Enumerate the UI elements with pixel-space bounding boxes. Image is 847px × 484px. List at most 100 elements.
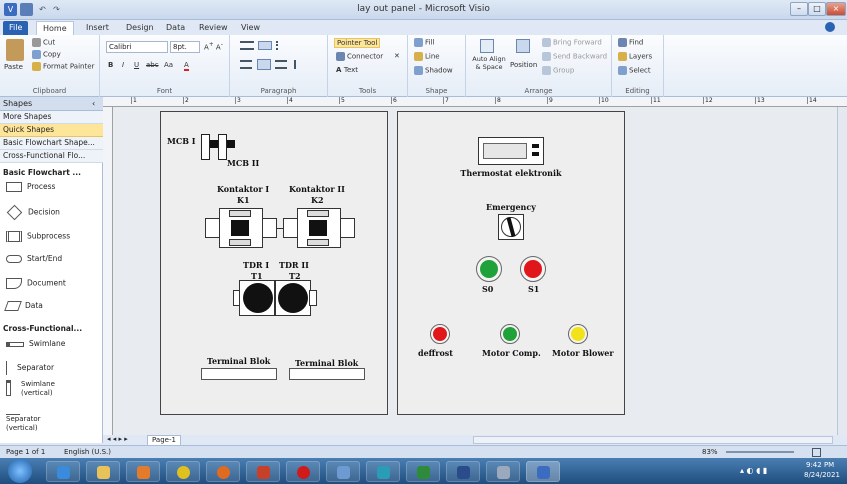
lamp-motor-comp[interactable]: [500, 324, 520, 344]
shape-subprocess[interactable]: Subprocess: [6, 231, 70, 242]
stencil-basic-flowchart[interactable]: Basic Flowchart Shape...: [0, 137, 103, 150]
tab-home[interactable]: Home: [36, 21, 74, 35]
lamp-deffrost[interactable]: [430, 324, 450, 344]
timer-t2[interactable]: [275, 280, 317, 316]
taskbar-excel[interactable]: [406, 461, 440, 482]
taskbar-app-red[interactable]: [246, 461, 280, 482]
font-size-select[interactable]: 8pt.: [170, 41, 200, 53]
contactor-k1[interactable]: [205, 208, 277, 248]
select-button[interactable]: Select: [618, 66, 651, 75]
stencil-more-shapes[interactable]: More Shapes: [0, 111, 103, 124]
align-top-icon[interactable]: [240, 41, 254, 50]
align-left-icon[interactable]: [240, 60, 252, 69]
align-center-icon[interactable]: [257, 59, 271, 70]
shape-separator-vertical[interactable]: Separator (vertical): [6, 406, 96, 433]
taskbar-app-blue[interactable]: [326, 461, 360, 482]
connector-button[interactable]: Connector: [336, 52, 383, 61]
panel-right[interactable]: Thermostat elektronik Emergency S0 S1 de…: [397, 111, 625, 415]
indent-icon[interactable]: [294, 60, 306, 69]
status-language[interactable]: English (U.S.): [64, 446, 111, 458]
shape-document[interactable]: Document: [6, 278, 66, 289]
shape-swimlane-vertical[interactable]: Swimlane (vertical): [6, 380, 96, 398]
strike-button[interactable]: abc: [146, 61, 159, 69]
auto-align-button[interactable]: Auto Align & Space: [472, 55, 506, 71]
fill-button[interactable]: Fill: [414, 38, 434, 47]
shape-process[interactable]: Process: [6, 182, 55, 192]
tab-data[interactable]: Data: [160, 21, 191, 35]
tab-view[interactable]: View: [235, 21, 266, 35]
font-color-button[interactable]: A: [184, 61, 189, 71]
collapse-pane-icon[interactable]: ‹: [92, 99, 95, 108]
tray-icons[interactable]: ▴ ◐ ◖ ▮: [740, 466, 790, 476]
shadow-button[interactable]: Shadow: [414, 66, 453, 75]
find-button[interactable]: Find: [618, 38, 643, 47]
position-button[interactable]: Position: [510, 61, 537, 69]
close-x-icon[interactable]: ✕: [394, 52, 400, 60]
taskbar-app-dark[interactable]: [446, 461, 480, 482]
line-button[interactable]: Line: [414, 52, 440, 61]
text-tool-button[interactable]: A Text: [336, 66, 358, 74]
lamp-motor-blower[interactable]: [568, 324, 588, 344]
paste-button[interactable]: Paste: [4, 63, 23, 71]
maximize-button[interactable]: □: [808, 2, 826, 16]
taskbar-opera[interactable]: [286, 461, 320, 482]
send-backward-button[interactable]: Send Backward: [542, 52, 607, 61]
close-button[interactable]: ×: [826, 2, 846, 16]
contactor-k2[interactable]: [283, 208, 355, 248]
grow-font-button[interactable]: A+ A-: [204, 42, 223, 51]
tab-insert[interactable]: Insert: [80, 21, 115, 35]
case-button[interactable]: Aa: [164, 61, 173, 69]
page-nav-icon[interactable]: ◂ ◂ ▸ ▸: [107, 435, 128, 444]
fit-page-icon[interactable]: [812, 448, 821, 457]
taskbar-explorer[interactable]: [86, 461, 120, 482]
minimize-button[interactable]: –: [790, 2, 808, 16]
stencil-quick-shapes[interactable]: Quick Shapes: [0, 124, 103, 137]
tab-file[interactable]: File: [3, 21, 29, 35]
taskbar-ie[interactable]: [46, 461, 80, 482]
clock-date[interactable]: 8/24/2021: [804, 471, 840, 479]
italic-button[interactable]: I: [122, 61, 124, 69]
cut-button[interactable]: Cut: [32, 38, 55, 47]
emergency-switch[interactable]: [498, 214, 524, 240]
taskbar-firefox[interactable]: [206, 461, 240, 482]
drawing-canvas[interactable]: MCB I MCB II Kontaktor I K1 Kontaktor II…: [113, 107, 847, 435]
stencil-cross-functional[interactable]: Cross-Functional Flo...: [0, 150, 103, 163]
group-button[interactable]: Group: [542, 66, 574, 75]
pointer-tool-button[interactable]: Pointer Tool: [334, 38, 381, 48]
taskbar-app-gray[interactable]: [486, 461, 520, 482]
bullets-icon[interactable]: [276, 41, 288, 50]
bring-forward-button[interactable]: Bring Forward: [542, 38, 602, 47]
taskbar-app-teal[interactable]: [366, 461, 400, 482]
bold-button[interactable]: B: [108, 61, 113, 69]
taskbar-media[interactable]: [126, 461, 160, 482]
align-middle-icon[interactable]: [258, 41, 272, 50]
mcb-breaker[interactable]: [201, 134, 235, 160]
tab-review[interactable]: Review: [193, 21, 234, 35]
underline-button[interactable]: U: [134, 61, 139, 69]
taskbar-chrome[interactable]: [166, 461, 200, 482]
terminal-block-2[interactable]: [289, 368, 365, 380]
zoom-slider[interactable]: [726, 451, 794, 453]
font-family-select[interactable]: Calibri: [106, 41, 168, 53]
terminal-block-1[interactable]: [201, 368, 277, 380]
button-s0[interactable]: [476, 256, 502, 282]
start-button[interactable]: [8, 459, 32, 483]
vertical-scrollbar[interactable]: [837, 107, 847, 435]
button-s1[interactable]: [520, 256, 546, 282]
paste-icon[interactable]: [6, 39, 24, 61]
panel-left[interactable]: MCB I MCB II Kontaktor I K1 Kontaktor II…: [160, 111, 388, 415]
shape-separator[interactable]: Separator: [6, 361, 54, 375]
layers-button[interactable]: Layers: [618, 52, 652, 61]
align-right-icon[interactable]: [275, 60, 287, 69]
copy-button[interactable]: Copy: [32, 50, 61, 59]
shape-start-end[interactable]: Start/End: [6, 254, 62, 264]
taskbar-visio[interactable]: [526, 461, 560, 482]
tab-design[interactable]: Design: [120, 21, 160, 35]
help-icon[interactable]: [825, 22, 835, 32]
shape-swimlane[interactable]: Swimlane: [6, 339, 65, 349]
shape-data[interactable]: Data: [4, 301, 43, 311]
timer-t1[interactable]: [233, 280, 275, 316]
format-painter-button[interactable]: Format Painter: [32, 62, 94, 71]
thermostat-display[interactable]: [478, 137, 544, 165]
shape-decision[interactable]: Decision: [6, 204, 60, 221]
